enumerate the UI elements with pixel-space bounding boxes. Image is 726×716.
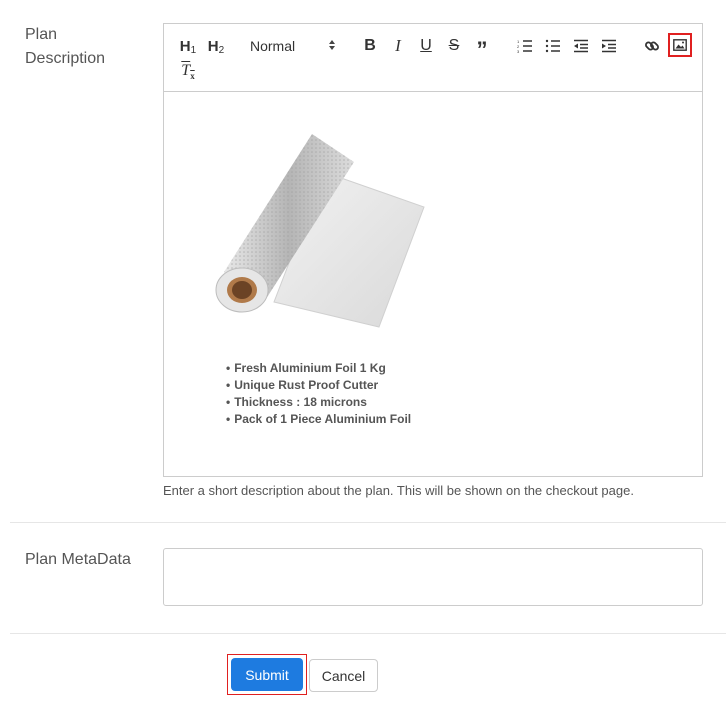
blockquote-icon: ” bbox=[476, 37, 488, 62]
strike-icon: S bbox=[448, 37, 460, 54]
submit-button[interactable]: Submit bbox=[231, 658, 303, 691]
italic-button[interactable]: I bbox=[386, 34, 410, 58]
section-divider bbox=[10, 633, 726, 634]
plan-metadata-input[interactable] bbox=[163, 548, 703, 606]
bullet-list-button[interactable] bbox=[541, 34, 565, 58]
select-arrows-icon bbox=[328, 38, 336, 55]
underline-icon: U bbox=[420, 37, 432, 54]
h2-button[interactable]: H2 bbox=[204, 34, 228, 58]
list-item: Unique Rust Proof Cutter bbox=[226, 377, 411, 394]
bold-button[interactable]: B bbox=[358, 34, 382, 58]
link-button[interactable] bbox=[640, 34, 664, 58]
plan-description-help-text: Enter a short description about the plan… bbox=[163, 483, 634, 498]
ordered-list-icon: 1 2 3 bbox=[517, 39, 532, 53]
italic-icon: I bbox=[395, 36, 401, 55]
strike-button[interactable]: S bbox=[442, 34, 466, 58]
h1-button[interactable]: H1 bbox=[176, 34, 200, 58]
plan-metadata-label: Plan MetaData bbox=[25, 551, 131, 568]
editor-toolbar: H1 H2 Normal B I U S ” 1 2 3 Tx bbox=[164, 24, 702, 92]
product-bullet-list: Fresh Aluminium Foil 1 Kg Unique Rust Pr… bbox=[226, 360, 411, 428]
foil-roll-image bbox=[215, 134, 425, 328]
svg-text:3: 3 bbox=[517, 49, 520, 53]
plan-description-label-line1: Plan bbox=[25, 26, 58, 43]
blockquote-button[interactable]: ” bbox=[470, 34, 494, 62]
clear-format-icon: Tx bbox=[181, 62, 195, 82]
editor-content[interactable]: Fresh Aluminium Foil 1 Kg Unique Rust Pr… bbox=[164, 92, 702, 476]
indent-button[interactable] bbox=[597, 34, 621, 58]
list-item: Pack of 1 Piece Aluminium Foil bbox=[226, 411, 411, 428]
outdent-button[interactable] bbox=[569, 34, 593, 58]
h1-label: H1 bbox=[179, 37, 197, 56]
cancel-button[interactable]: Cancel bbox=[309, 659, 378, 692]
bold-icon: B bbox=[364, 37, 376, 54]
plan-description-editor: H1 H2 Normal B I U S ” 1 2 3 Tx • Fresh … bbox=[163, 23, 703, 477]
bullet-list-icon bbox=[545, 39, 560, 53]
image-button[interactable] bbox=[668, 33, 692, 57]
image-icon bbox=[673, 39, 687, 51]
indent-icon bbox=[602, 39, 616, 53]
format-select-value: Normal bbox=[250, 38, 296, 54]
clear-format-button[interactable]: Tx bbox=[176, 60, 200, 84]
underline-button[interactable]: U bbox=[414, 34, 438, 58]
list-item: Thickness : 18 microns bbox=[226, 394, 411, 411]
link-icon bbox=[645, 41, 659, 51]
h2-label: H2 bbox=[207, 37, 225, 56]
format-select[interactable]: Normal bbox=[250, 36, 342, 56]
plan-description-label: Plan Description bbox=[25, 23, 105, 71]
section-divider bbox=[10, 522, 726, 523]
list-item: Fresh Aluminium Foil 1 Kg bbox=[226, 360, 411, 377]
product-image bbox=[194, 122, 434, 339]
outdent-icon bbox=[574, 39, 588, 53]
plan-description-label-line2: Description bbox=[25, 50, 106, 67]
ordered-list-button[interactable]: 1 2 3 bbox=[513, 34, 537, 58]
